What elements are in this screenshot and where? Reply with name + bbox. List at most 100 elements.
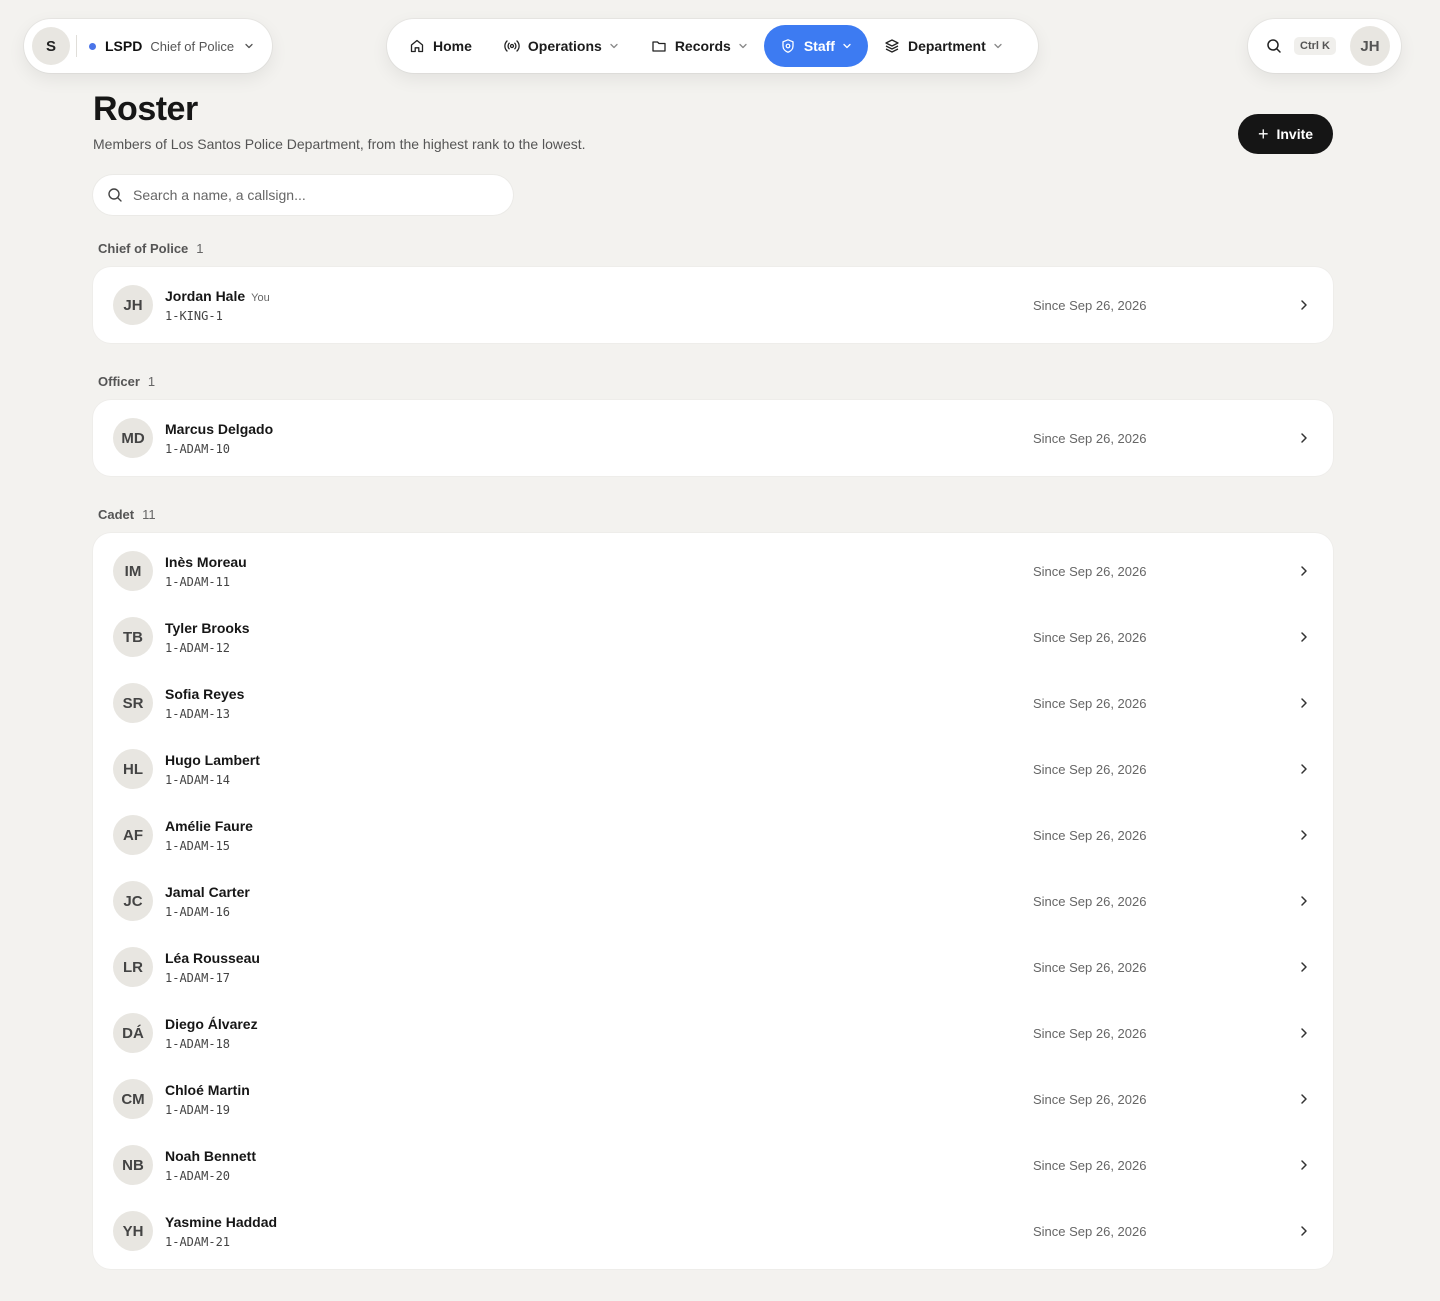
- member-row[interactable]: SR Sofia Reyes 1-ADAM-13 Since Sep 26, 2026: [93, 670, 1333, 736]
- member-callsign: 1-ADAM-18: [165, 1036, 231, 1051]
- member-row[interactable]: AF Amélie Faure 1-ADAM-15 Since Sep 26, 202…: [93, 802, 1333, 868]
- member-name: Sofia Reyes: [165, 685, 245, 702]
- org-name: LSPD: [105, 38, 143, 54]
- shield-icon: [780, 38, 796, 54]
- org-role: Chief of Police: [150, 38, 235, 54]
- search-input[interactable]: [133, 187, 493, 203]
- member-name: Diego Álvarez: [165, 1015, 258, 1032]
- member-row[interactable]: JC Jamal Carter 1-ADAM-16 Since Sep 26, 202…: [93, 868, 1333, 934]
- nav-operations[interactable]: Operations: [488, 25, 635, 67]
- chevron-right-icon: [1297, 762, 1311, 776]
- member-row[interactable]: TB Tyler Brooks 1-ADAM-12 Since Sep 26, 202…: [93, 604, 1333, 670]
- member-avatar: JH: [113, 285, 153, 325]
- group-rank: Cadet: [98, 507, 135, 522]
- member-avatar: CM: [113, 1079, 153, 1119]
- broadcast-icon: [504, 38, 520, 54]
- member-row[interactable]: DÁ Diego Álvarez 1-ADAM-18 Since Sep 26, 20…: [93, 1000, 1333, 1066]
- member-since: Since Sep 26, 2026: [1033, 893, 1147, 909]
- chevron-right-icon: [1297, 696, 1311, 710]
- nav-staff-label: Staff: [803, 38, 835, 54]
- chevron-right-icon: [1297, 298, 1311, 312]
- nav-records[interactable]: Records: [635, 25, 764, 67]
- member-row[interactable]: IM Inès Moreau 1-ADAM-11 Since Sep 26, 2026: [93, 538, 1333, 604]
- member-row[interactable]: LR Léa Rousseau 1-ADAM-17 Since Sep 26, 202…: [93, 934, 1333, 1000]
- member-avatar: SR: [113, 683, 153, 723]
- member-since: Since Sep 26, 2026: [1033, 827, 1147, 843]
- member-avatar: AF: [113, 815, 153, 855]
- chevron-down-icon: [244, 41, 254, 51]
- member-info: Jamal Carter 1-ADAM-16: [165, 884, 250, 919]
- member-avatar: MD: [113, 418, 153, 458]
- home-icon: [409, 38, 425, 54]
- member-since: Since Sep 26, 2026: [1033, 1025, 1147, 1041]
- plus-icon: +: [1257, 124, 1269, 144]
- member-row[interactable]: HL Hugo Lambert 1-ADAM-14 Since Sep 26, 202…: [93, 736, 1333, 802]
- member-name-line: Diego Álvarez: [165, 1016, 258, 1034]
- member-avatar: LR: [113, 947, 153, 987]
- member-callsign: 1-ADAM-16: [165, 904, 231, 919]
- folder-icon: [651, 38, 667, 54]
- org-avatar: S: [32, 27, 70, 65]
- member-since: Since Sep 26, 2026: [1033, 695, 1147, 711]
- nav-home[interactable]: Home: [393, 25, 488, 67]
- member-avatar: TB: [113, 617, 153, 657]
- member-name-line: Noah Bennett: [165, 1148, 256, 1166]
- member-info: Tyler Brooks 1-ADAM-12: [165, 620, 250, 655]
- member-since: Since Sep 26, 2026: [1033, 430, 1147, 446]
- member-name: Jamal Carter: [165, 883, 250, 900]
- member-callsign: 1-ADAM-19: [165, 1102, 231, 1117]
- member-name: Tyler Brooks: [165, 619, 250, 636]
- main-nav: Home Operations Records Staff Department: [387, 19, 1038, 73]
- chevron-down-icon: [738, 41, 748, 51]
- member-name: Noah Bennett: [165, 1147, 256, 1164]
- chevron-right-icon: [1297, 1224, 1311, 1238]
- org-switcher[interactable]: S LSPD Chief of Police: [24, 19, 272, 73]
- member-list: IM Inès Moreau 1-ADAM-11 Since Sep 26, 2026…: [93, 533, 1333, 1269]
- chevron-right-icon: [1297, 828, 1311, 842]
- member-row[interactable]: JH Jordan Hale You 1-KING-1 Since Sep 26, 20…: [93, 272, 1333, 338]
- member-name-line: Yasmine Haddad: [165, 1214, 277, 1232]
- chevron-right-icon: [1297, 960, 1311, 974]
- invite-label: Invite: [1276, 126, 1314, 142]
- chevron-right-icon: [1297, 894, 1311, 908]
- member-since: Since Sep 26, 2026: [1033, 297, 1147, 313]
- page-title: Roster: [93, 90, 198, 128]
- member-since: Since Sep 26, 2026: [1033, 761, 1147, 777]
- search-icon: [107, 187, 123, 203]
- chevron-right-icon: [1297, 564, 1311, 578]
- member-avatar: HL: [113, 749, 153, 789]
- search-icon[interactable]: [1266, 38, 1282, 54]
- chevron-right-icon: [1297, 1026, 1311, 1040]
- chevron-right-icon: [1297, 431, 1311, 445]
- member-since: Since Sep 26, 2026: [1033, 563, 1147, 579]
- user-avatar[interactable]: JH: [1349, 26, 1390, 66]
- member-info: Léa Rousseau 1-ADAM-17: [165, 950, 260, 985]
- nav-home-label: Home: [433, 38, 472, 54]
- member-avatar: DÁ: [113, 1013, 153, 1053]
- member-row[interactable]: YH Yasmine Haddad 1-ADAM-21 Since Sep 26, 2…: [93, 1198, 1333, 1264]
- member-name-line: Marcus Delgado: [165, 421, 273, 439]
- member-avatar: IM: [113, 551, 153, 591]
- member-callsign: 1-ADAM-15: [165, 838, 231, 853]
- group-rank: Officer: [98, 374, 140, 389]
- member-info: Chloé Martin 1-ADAM-19: [165, 1082, 250, 1117]
- group-header: Chief of Police 1: [98, 241, 204, 256]
- member-avatar: JC: [113, 881, 153, 921]
- invite-button[interactable]: + Invite: [1238, 114, 1333, 154]
- member-name: Marcus Delgado: [165, 420, 274, 437]
- member-name-line: Inès Moreau: [165, 554, 247, 572]
- member-callsign: 1-KING-1: [165, 308, 223, 323]
- member-info: Diego Álvarez 1-ADAM-18: [165, 1016, 258, 1051]
- nav-records-label: Records: [674, 38, 731, 54]
- member-row[interactable]: NB Noah Bennett 1-ADAM-20 Since Sep 26, 202…: [93, 1132, 1333, 1198]
- member-name-line: Léa Rousseau: [165, 950, 260, 968]
- member-row[interactable]: CM Chloé Martin 1-ADAM-19 Since Sep 26, 202…: [93, 1066, 1333, 1132]
- member-row[interactable]: MD Marcus Delgado 1-ADAM-10 Since Sep 26, 2…: [93, 405, 1333, 471]
- chevron-right-icon: [1297, 1092, 1311, 1106]
- nav-department[interactable]: Department: [868, 25, 1019, 67]
- member-avatar: NB: [113, 1145, 153, 1185]
- shortcut-hint: Ctrl K: [1294, 37, 1336, 55]
- member-callsign: 1-ADAM-10: [165, 441, 231, 456]
- nav-staff[interactable]: Staff: [763, 25, 868, 67]
- member-name-line: Amélie Faure: [165, 818, 253, 836]
